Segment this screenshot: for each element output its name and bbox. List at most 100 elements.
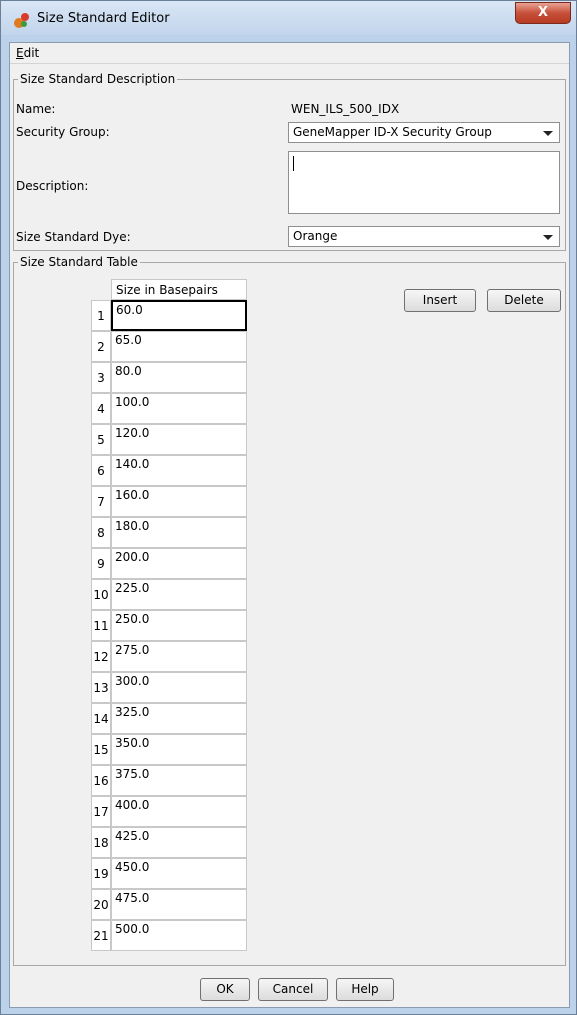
row-index: 6 xyxy=(91,455,111,486)
row-index: 4 xyxy=(91,393,111,424)
chevron-down-icon xyxy=(543,235,553,240)
table-row[interactable]: 7 160.0 xyxy=(91,486,247,517)
chevron-down-icon xyxy=(543,131,553,136)
help-button-label: Help xyxy=(351,982,379,996)
delete-button[interactable]: Delete xyxy=(487,289,561,312)
description-field[interactable] xyxy=(288,151,560,214)
table-row[interactable]: 9 200.0 xyxy=(91,548,247,579)
name-value: WEN_ILS_500_IDX xyxy=(291,102,400,116)
size-cell[interactable]: 400.0 xyxy=(111,796,247,827)
size-cell[interactable]: 500.0 xyxy=(111,920,247,951)
cancel-button[interactable]: Cancel xyxy=(258,978,328,1001)
close-button[interactable]: X xyxy=(515,2,571,24)
menu-edit[interactable]: Edit xyxy=(16,46,39,60)
text-caret xyxy=(293,156,294,171)
table-row[interactable]: 15 350.0 xyxy=(91,734,247,765)
table-row[interactable]: 12 275.0 xyxy=(91,641,247,672)
size-cell[interactable]: 225.0 xyxy=(111,579,247,610)
description-group-title: Size Standard Description xyxy=(18,72,178,86)
ok-button[interactable]: OK xyxy=(200,978,250,1001)
row-index: 21 xyxy=(91,920,111,951)
size-standard-table-group: Size Standard Table Size in Basepairs 16… xyxy=(13,255,566,966)
row-index: 16 xyxy=(91,765,111,796)
size-standard-dye-value: Orange xyxy=(293,229,338,243)
table-group-title: Size Standard Table xyxy=(18,255,140,269)
table-row[interactable]: 19 450.0 xyxy=(91,858,247,889)
row-index: 5 xyxy=(91,424,111,455)
size-standard-description-group: Size Standard Description Name: WEN_ILS_… xyxy=(13,72,566,251)
size-cell[interactable]: 200.0 xyxy=(111,548,247,579)
delete-button-label: Delete xyxy=(504,293,544,307)
table-row[interactable]: 20 475.0 xyxy=(91,889,247,920)
row-index: 17 xyxy=(91,796,111,827)
table-row[interactable]: 21 500.0 xyxy=(91,920,247,951)
size-cell[interactable]: 80.0 xyxy=(111,362,247,393)
size-cell[interactable]: 180.0 xyxy=(111,517,247,548)
table-row[interactable]: 5 120.0 xyxy=(91,424,247,455)
size-standard-dye-label: Size Standard Dye: xyxy=(16,230,131,244)
size-cell[interactable]: 450.0 xyxy=(111,858,247,889)
security-group-value: GeneMapper ID-X Security Group xyxy=(293,125,492,139)
insert-button-label: Insert xyxy=(422,293,458,307)
table-row[interactable]: 4 100.0 xyxy=(91,393,247,424)
security-group-label: Security Group: xyxy=(16,125,110,139)
table-row[interactable]: 13 300.0 xyxy=(91,672,247,703)
row-index: 3 xyxy=(91,362,111,393)
row-index: 9 xyxy=(91,548,111,579)
column-header-size: Size in Basepairs xyxy=(111,279,247,300)
table-row[interactable]: 2 65.0 xyxy=(91,331,247,362)
description-label: Description: xyxy=(16,179,89,193)
row-index: 13 xyxy=(91,672,111,703)
size-cell[interactable]: 250.0 xyxy=(111,610,247,641)
table-row[interactable]: 18 425.0 xyxy=(91,827,247,858)
row-index: 14 xyxy=(91,703,111,734)
size-cell[interactable]: 160.0 xyxy=(111,486,247,517)
row-index: 19 xyxy=(91,858,111,889)
row-index: 15 xyxy=(91,734,111,765)
row-index: 2 xyxy=(91,331,111,362)
row-index: 7 xyxy=(91,486,111,517)
row-index: 20 xyxy=(91,889,111,920)
size-cell[interactable]: 140.0 xyxy=(111,455,247,486)
row-index: 18 xyxy=(91,827,111,858)
table-row[interactable]: 3 80.0 xyxy=(91,362,247,393)
row-index: 10 xyxy=(91,579,111,610)
size-cell[interactable]: 300.0 xyxy=(111,672,247,703)
table-row[interactable]: 17 400.0 xyxy=(91,796,247,827)
table-row[interactable]: 16 375.0 xyxy=(91,765,247,796)
table-row[interactable]: 1 60.0 xyxy=(91,300,247,331)
security-group-select[interactable]: GeneMapper ID-X Security Group xyxy=(288,122,560,143)
size-cell[interactable]: 60.0 xyxy=(111,300,247,331)
cancel-button-label: Cancel xyxy=(272,982,314,996)
size-standard-editor-window: Size Standard Editor X Edit Size Standar… xyxy=(0,0,577,1015)
row-index: 8 xyxy=(91,517,111,548)
size-cell[interactable]: 100.0 xyxy=(111,393,247,424)
size-cell[interactable]: 65.0 xyxy=(111,331,247,362)
table-row[interactable]: 14 325.0 xyxy=(91,703,247,734)
size-cell[interactable]: 275.0 xyxy=(111,641,247,672)
close-icon: X xyxy=(537,5,549,20)
insert-button[interactable]: Insert xyxy=(404,289,476,312)
row-index: 12 xyxy=(91,641,111,672)
dialog-client: Edit Size Standard Description Name: WEN… xyxy=(9,42,570,1008)
size-cell[interactable]: 350.0 xyxy=(111,734,247,765)
size-cell[interactable]: 120.0 xyxy=(111,424,247,455)
size-cell[interactable]: 425.0 xyxy=(111,827,247,858)
app-icon xyxy=(14,13,29,28)
table-row[interactable]: 6 140.0 xyxy=(91,455,247,486)
table-row[interactable]: 11 250.0 xyxy=(91,610,247,641)
size-cell[interactable]: 325.0 xyxy=(111,703,247,734)
table-row[interactable]: 8 180.0 xyxy=(91,517,247,548)
size-cell[interactable]: 475.0 xyxy=(111,889,247,920)
size-standard-dye-select[interactable]: Orange xyxy=(288,226,560,247)
row-index: 11 xyxy=(91,610,111,641)
name-label: Name: xyxy=(16,102,56,116)
table-row[interactable]: 10 225.0 xyxy=(91,579,247,610)
size-cell[interactable]: 375.0 xyxy=(111,765,247,796)
row-index: 1 xyxy=(91,300,111,331)
title-bar[interactable]: Size Standard Editor X xyxy=(1,1,576,35)
help-button[interactable]: Help xyxy=(336,978,394,1001)
menu-bar: Edit xyxy=(10,43,569,64)
window-title: Size Standard Editor xyxy=(37,11,170,26)
ok-button-label: OK xyxy=(216,982,234,996)
